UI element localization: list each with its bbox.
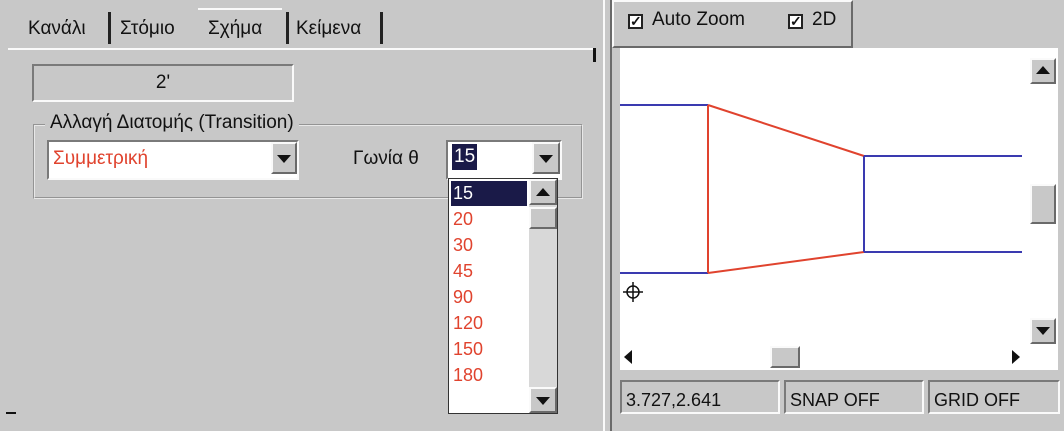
angle-option[interactable]: 120 (451, 311, 527, 336)
transition-type-value: Συμμετρική (53, 148, 149, 169)
tab-separator (108, 12, 111, 44)
canvas-horizontal-scrollbar[interactable] (620, 344, 1028, 370)
angle-dropdown-button[interactable] (532, 142, 560, 174)
vertical-scroll-thumb[interactable] (1030, 184, 1056, 224)
checkmark-icon: ✓ (790, 13, 802, 29)
scroll-thumb[interactable] (529, 207, 557, 229)
transition-group-label: Αλλαγή Διατομής (Transition) (45, 112, 299, 134)
scroll-down-button[interactable] (529, 387, 557, 413)
chevron-down-icon (277, 155, 291, 163)
angle-option[interactable]: 20 (451, 207, 527, 232)
angle-select[interactable]: 15 (446, 140, 562, 180)
arrow-up-icon (536, 188, 550, 196)
arrow-left-icon[interactable] (624, 350, 632, 364)
angle-option[interactable]: 30 (451, 233, 527, 258)
size-value-display: 2' (32, 64, 294, 102)
transition-type-dropdown-button[interactable] (271, 142, 297, 174)
panel-edge-mark (593, 48, 596, 62)
two-d-checkbox[interactable]: ✓ (788, 14, 803, 29)
angle-label: Γωνία θ (353, 148, 419, 169)
scroll-up-button[interactable] (529, 179, 557, 205)
transition-top-line (707, 104, 865, 157)
angle-option[interactable]: 90 (451, 285, 527, 310)
scroll-down-button[interactable] (1030, 318, 1056, 344)
two-d-label: 2D (812, 9, 837, 30)
checkmark-icon: ✓ (630, 13, 642, 29)
tab-channel[interactable]: Κανάλι (26, 8, 88, 48)
status-bar: 3.727,2.641 SNAP OFF GRID OFF (620, 376, 1060, 420)
angle-option[interactable]: 15 (451, 181, 527, 206)
auto-zoom-label: Auto Zoom (652, 9, 745, 30)
angle-value: 15 (452, 144, 478, 170)
drawing-canvas[interactable] (620, 48, 1058, 370)
view-toolbar: ✓ Auto Zoom ✓ 2D (612, 0, 853, 48)
transition-type-select[interactable]: Συμμετρική (47, 140, 299, 180)
properties-panel: Κανάλι Στόμιο Σχήμα Κείμενα 2' Αλλαγή Δι… (0, 0, 603, 431)
angle-option[interactable]: 45 (451, 259, 527, 284)
angle-list-scrollbar[interactable] (529, 179, 557, 413)
angle-options-list: 15 20 30 45 90 120 150 180 (448, 178, 558, 414)
auto-zoom-checkbox[interactable]: ✓ (628, 14, 643, 29)
tab-outlet[interactable]: Στόμιο (118, 8, 177, 48)
chevron-down-icon (539, 155, 553, 163)
arrow-down-icon (536, 397, 550, 405)
tab-separator (380, 12, 383, 44)
transition-bottom-line (707, 251, 865, 274)
tab-shape[interactable]: Σχήμα (206, 8, 264, 48)
tab-separator (286, 12, 289, 44)
arrow-down-icon (1036, 327, 1050, 335)
scroll-up-button[interactable] (1030, 58, 1056, 84)
angle-option[interactable]: 180 (451, 363, 527, 388)
snap-status[interactable]: SNAP OFF (784, 380, 924, 414)
horizontal-scroll-thumb[interactable] (770, 346, 800, 368)
canvas-vertical-scrollbar[interactable] (1028, 48, 1058, 370)
status-dash (6, 412, 16, 414)
coordinates-readout: 3.727,2.641 (620, 380, 780, 414)
preview-panel: ✓ Auto Zoom ✓ 2D 3.727,2.641 SNAP OFF GR… (612, 0, 1064, 431)
pane-splitter[interactable] (603, 0, 612, 431)
crosshair-cursor-icon (623, 282, 643, 302)
grid-status[interactable]: GRID OFF (928, 380, 1060, 414)
duct-drawing (620, 104, 1022, 302)
angle-option[interactable]: 150 (451, 337, 527, 362)
tab-texts[interactable]: Κείμενα (294, 8, 363, 48)
arrow-right-icon[interactable] (1012, 350, 1020, 364)
tab-panel-border (8, 48, 593, 50)
arrow-up-icon (1036, 66, 1050, 74)
